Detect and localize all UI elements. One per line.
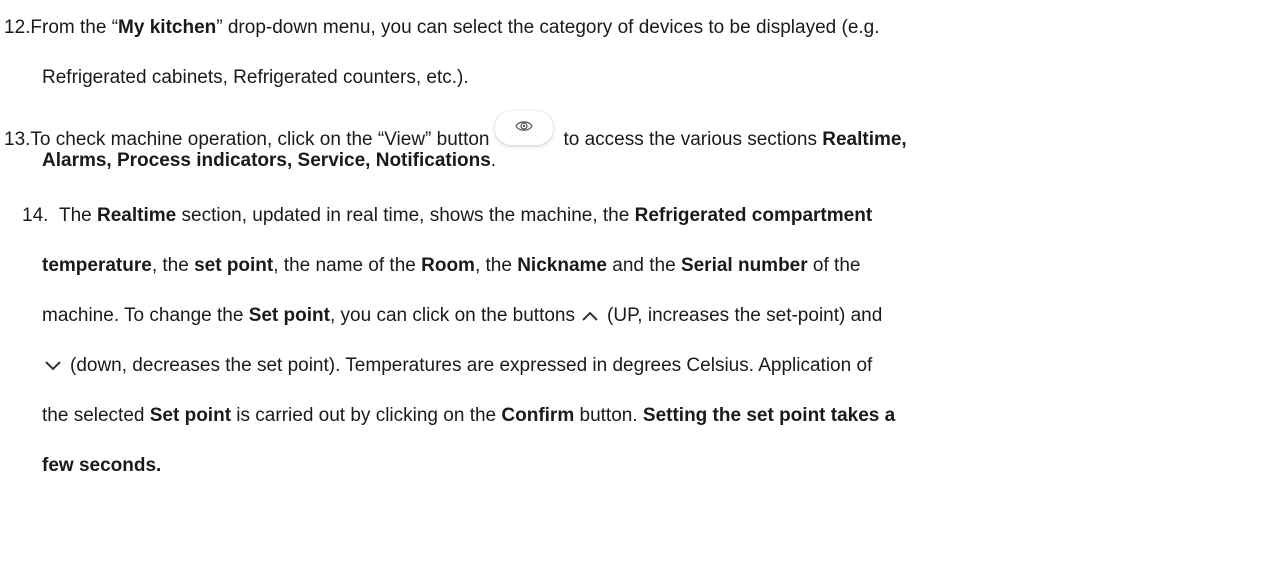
item-14-line-4: (down, decreases the set point). Tempera… [42,355,872,377]
text: ” drop-down menu, you can select the cat… [216,17,880,38]
text: , the [474,255,518,276]
bold-text: Refrigerated compartment [634,205,873,226]
item-12-line-1: 12.From the “My kitchen” drop-down menu,… [4,17,880,39]
eye-icon [515,121,534,131]
text: to access the various sections [563,129,823,150]
bold-text: Setting the set point takes a [642,405,896,426]
item-14-line-5: the selected Set point is carried out by… [42,405,895,427]
text: , you can click on the buttons [329,305,576,326]
text: (UP, increases the set-point) and [607,305,883,326]
item-number: 14. [22,205,49,226]
bold-text: Confirm [501,405,575,426]
chevron-down-icon [45,361,61,371]
item-14-line-1: 14. The Realtime section, updated in rea… [22,205,872,227]
bold-text: few seconds. [42,455,162,476]
item-number: 12. [4,17,31,38]
text: button. [574,405,643,426]
item-13-line-2: Alarms, Process indicators, Service, Not… [42,150,496,172]
text: From the “ [30,17,119,38]
text: machine. To change the [42,305,249,326]
document-page: 12.From the “My kitchen” drop-down menu,… [0,0,1286,564]
item-14-line-6: few seconds. [42,455,161,477]
text: is carried out by clicking on the [231,405,502,426]
bold-text: Set point [149,405,232,426]
item-12-line-2: Refrigerated cabinets, Refrigerated coun… [42,67,469,89]
text: the selected [42,405,150,426]
text: Refrigerated cabinets, Refrigerated coun… [42,67,469,88]
text: To check machine operation, click on the… [30,129,490,150]
bold-text: Set point [248,305,330,326]
item-14-line-2: temperature, the set point, the name of … [42,255,860,277]
bold-text: Room [421,255,475,276]
bold-text: Nickname [517,255,607,276]
text: , the [151,255,195,276]
text: and the [606,255,681,276]
text: section, updated in real time, shows the… [176,205,635,226]
view-button [495,111,554,145]
bold-text: Serial number [680,255,808,276]
text: The [58,205,98,226]
item-number: 13. [4,129,31,150]
item-14-line-3: machine. To change the Set point, you ca… [42,305,882,327]
bold-text: set point [194,255,274,276]
text: (down, decreases the set point). Tempera… [70,355,873,376]
text: , the name of the [273,255,422,276]
bold-text: Alarms, Process indicators, Service, Not… [42,150,491,171]
text: . [490,150,497,171]
chevron-up-icon [582,311,598,321]
bold-text: Realtime, [822,129,907,150]
bold-text: My kitchen [118,17,217,38]
bold-text: Realtime [97,205,177,226]
bold-text: temperature [42,255,152,276]
text: of the [807,255,861,276]
